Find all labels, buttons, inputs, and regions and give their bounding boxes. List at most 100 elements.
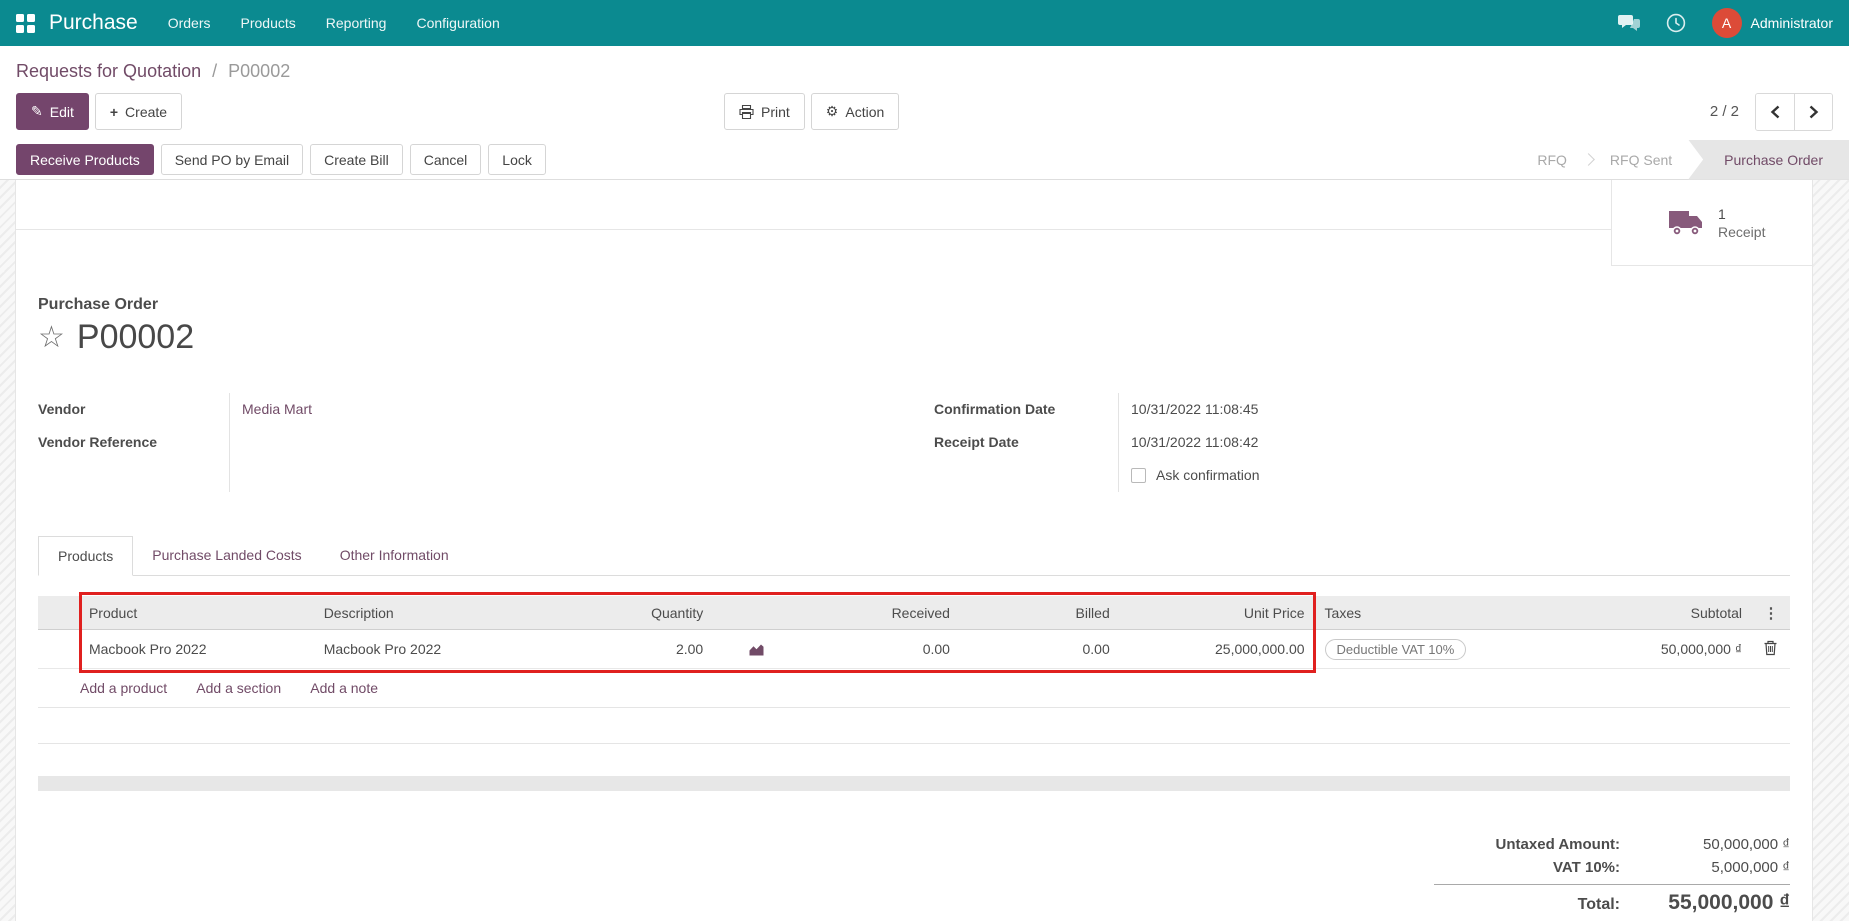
total-value: 55,000,000 ₫ <box>1668 891 1790 914</box>
user-name[interactable]: Administrator <box>1751 15 1833 31</box>
favorite-star-icon[interactable]: ☆ <box>38 322 65 353</box>
column-header-quantity[interactable]: Quantity <box>560 596 713 629</box>
section-separator-bar <box>38 776 1790 791</box>
document-type-label: Purchase Order <box>38 296 159 313</box>
tab-products[interactable]: Products <box>38 536 134 576</box>
handle-column-header <box>38 596 79 629</box>
breadcrumb-current: P00002 <box>228 61 291 81</box>
notebook-tabs: Products Purchase Landed Costs Other Inf… <box>38 536 1790 576</box>
apps-menu-icon[interactable] <box>16 13 35 33</box>
printer-icon <box>739 104 754 119</box>
cancel-button[interactable]: Cancel <box>409 144 482 175</box>
vat-label: VAT 10%: <box>1553 859 1620 876</box>
send-po-by-email-button[interactable]: Send PO by Email <box>160 144 304 175</box>
cell-description[interactable]: Macbook Pro 2022 <box>314 641 561 657</box>
create-button[interactable]: + Create <box>94 93 183 130</box>
tax-tag[interactable]: Deductible VAT 10% <box>1324 638 1467 660</box>
chevron-separator-icon <box>1582 153 1595 166</box>
form-sheet: 1 Receipt Purchase Order ☆ P00002 Vendor… <box>15 180 1813 921</box>
lock-button[interactable]: Lock <box>488 144 546 175</box>
page-title: P00002 <box>76 318 195 356</box>
status-steps: RFQ RFQ Sent Purchase Order <box>1521 139 1849 180</box>
breadcrumb-separator: / <box>212 61 218 81</box>
messages-icon[interactable] <box>1617 14 1640 32</box>
column-header-description[interactable]: Description <box>314 596 561 629</box>
receipt-date-label: Receipt Date <box>934 434 1019 450</box>
nav-menu-configuration[interactable]: Configuration <box>416 15 499 31</box>
cell-unit-price[interactable]: 25,000,000.00 <box>1120 641 1315 657</box>
vendor-label: Vendor <box>38 401 86 417</box>
vendor-reference-label: Vendor Reference <box>38 434 158 450</box>
table-header-row: Product Description Quantity Received Bi… <box>38 596 1790 630</box>
button-box: 1 Receipt <box>16 180 1812 266</box>
table-row[interactable]: Macbook Pro 2022 Macbook Pro 2022 2.00 0… <box>38 630 1790 669</box>
column-header-billed[interactable]: Billed <box>960 596 1120 629</box>
receive-products-button[interactable]: Receive Products <box>16 144 154 175</box>
right-field-group: Confirmation Date Receipt Date 10/31/202… <box>914 393 1790 492</box>
left-field-group: Vendor Vendor Reference Media Mart <box>38 393 914 492</box>
add-a-note-link[interactable]: Add a note <box>310 680 378 696</box>
total-label: Total: <box>1577 896 1620 913</box>
cell-quantity[interactable]: 2.00 <box>560 641 713 657</box>
status-step-purchase-order[interactable]: Purchase Order <box>1688 139 1849 180</box>
control-panel: Requests for Quotation / P00002 ✎ Edit + C… <box>0 46 1849 131</box>
vendor-reference-value[interactable] <box>242 426 914 459</box>
pager-next-button[interactable] <box>1794 93 1832 130</box>
cell-product[interactable]: Macbook Pro 2022 <box>79 641 314 657</box>
pencil-icon: ✎ <box>31 103 43 119</box>
pager-count: 2 / 2 <box>1709 103 1739 120</box>
create-bill-button[interactable]: Create Bill <box>310 144 403 175</box>
optional-columns-icon[interactable]: ⋮ <box>1763 605 1778 622</box>
ask-confirmation-checkbox[interactable] <box>1131 468 1146 483</box>
delete-row-icon[interactable] <box>1763 640 1778 656</box>
column-header-taxes[interactable]: Taxes <box>1315 596 1560 629</box>
column-header-unit-price[interactable]: Unit Price <box>1120 596 1315 629</box>
cell-billed[interactable]: 0.00 <box>960 641 1120 657</box>
order-lines-table: Product Description Quantity Received Bi… <box>38 592 1790 673</box>
ask-confirmation-label: Ask confirmation <box>1156 467 1260 483</box>
nav-menu-reporting[interactable]: Reporting <box>326 15 387 31</box>
forecast-chart-icon[interactable] <box>748 642 765 657</box>
add-line-row: Add a product Add a section Add a note <box>38 669 1790 708</box>
print-button[interactable]: Print <box>724 93 805 130</box>
add-a-product-link[interactable]: Add a product <box>80 680 167 696</box>
column-header-product[interactable]: Product <box>79 596 314 629</box>
add-a-section-link[interactable]: Add a section <box>196 680 281 696</box>
tab-purchase-landed-costs[interactable]: Purchase Landed Costs <box>133 536 320 575</box>
status-step-rfq[interactable]: RFQ <box>1521 140 1583 180</box>
nav-menu-products[interactable]: Products <box>241 15 296 31</box>
gear-icon: ⚙ <box>825 103 839 119</box>
user-avatar[interactable]: A <box>1711 8 1742 38</box>
edit-button[interactable]: ✎ Edit <box>16 93 89 130</box>
vat-value: 5,000,000 ₫ <box>1711 859 1790 876</box>
tab-other-information[interactable]: Other Information <box>321 536 468 575</box>
status-step-rfq-sent[interactable]: RFQ Sent <box>1594 140 1688 180</box>
nav-menu-orders[interactable]: Orders <box>168 15 211 31</box>
vendor-value-link[interactable]: Media Mart <box>242 401 312 417</box>
untaxed-amount-value: 50,000,000 ₫ <box>1703 836 1790 853</box>
form-statusbar: Receive Products Send PO by Email Create… <box>0 139 1849 180</box>
action-button[interactable]: ⚙ Action <box>810 93 900 130</box>
confirmation-date-value[interactable]: 10/31/2022 11:08:45 <box>1131 393 1790 426</box>
app-name[interactable]: Purchase <box>49 11 138 35</box>
pager-previous-button[interactable] <box>1756 93 1794 130</box>
column-header-subtotal[interactable]: Subtotal <box>1559 596 1752 629</box>
confirmation-date-label: Confirmation Date <box>934 401 1056 417</box>
totals-block: Untaxed Amount: 50,000,000 ₫ VAT 10%: 5,… <box>1434 833 1790 918</box>
receipt-label: Receipt <box>1718 223 1766 240</box>
column-header-forecast <box>713 596 800 629</box>
column-header-received[interactable]: Received <box>800 596 960 629</box>
truck-icon <box>1669 211 1702 236</box>
receipt-stat-button[interactable]: 1 Receipt <box>1611 180 1812 266</box>
notebook-bottom-border <box>38 708 1790 744</box>
plus-icon: + <box>109 103 119 120</box>
breadcrumb-parent[interactable]: Requests for Quotation <box>16 61 201 81</box>
top-navbar: Purchase Orders Products Reporting Confi… <box>0 0 1849 46</box>
form-view-background: 1 Receipt Purchase Order ☆ P00002 Vendor… <box>0 180 1849 921</box>
receipt-count: 1 <box>1718 205 1726 222</box>
breadcrumb: Requests for Quotation / P00002 <box>16 46 1833 85</box>
receipt-date-value[interactable]: 10/31/2022 11:08:42 <box>1131 426 1790 459</box>
activities-clock-icon[interactable] <box>1666 13 1686 33</box>
cell-received[interactable]: 0.00 <box>800 641 960 657</box>
untaxed-amount-label: Untaxed Amount: <box>1495 836 1620 853</box>
